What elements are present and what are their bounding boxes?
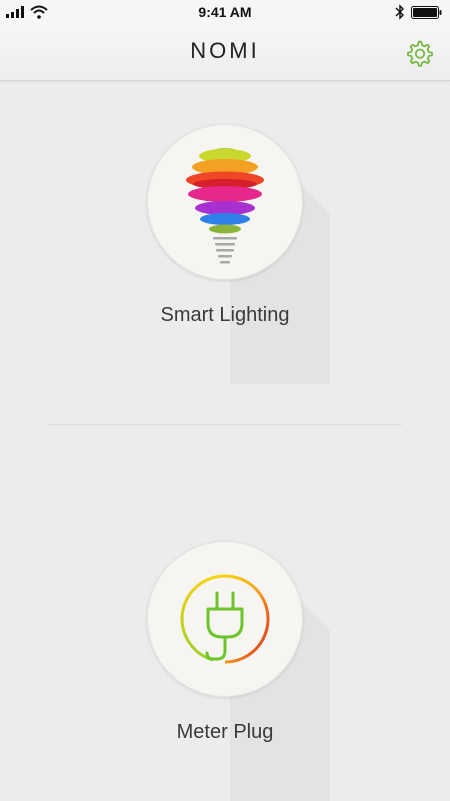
meter-plug-label: Meter Plug (176, 721, 274, 743)
rainbow-bulb-icon (186, 148, 264, 264)
nav-bar: NOMI (0, 24, 450, 81)
status-time: 9:41 AM (198, 4, 252, 20)
bluetooth-icon (395, 4, 404, 20)
gear-icon[interactable] (404, 38, 434, 68)
battery-icon (411, 6, 442, 19)
meter-plug-card[interactable]: Meter Plug (0, 541, 450, 751)
app-title: NOMI (190, 38, 260, 63)
smart-lighting-circle (147, 124, 303, 280)
meter-plug-circle (147, 541, 303, 697)
smart-lighting-label: Smart Lighting (160, 304, 290, 326)
section-divider (48, 424, 402, 425)
smart-lighting-card[interactable]: Smart Lighting (0, 124, 450, 334)
plug-icon (180, 574, 270, 664)
status-bar: 9:41 AM (0, 0, 450, 24)
